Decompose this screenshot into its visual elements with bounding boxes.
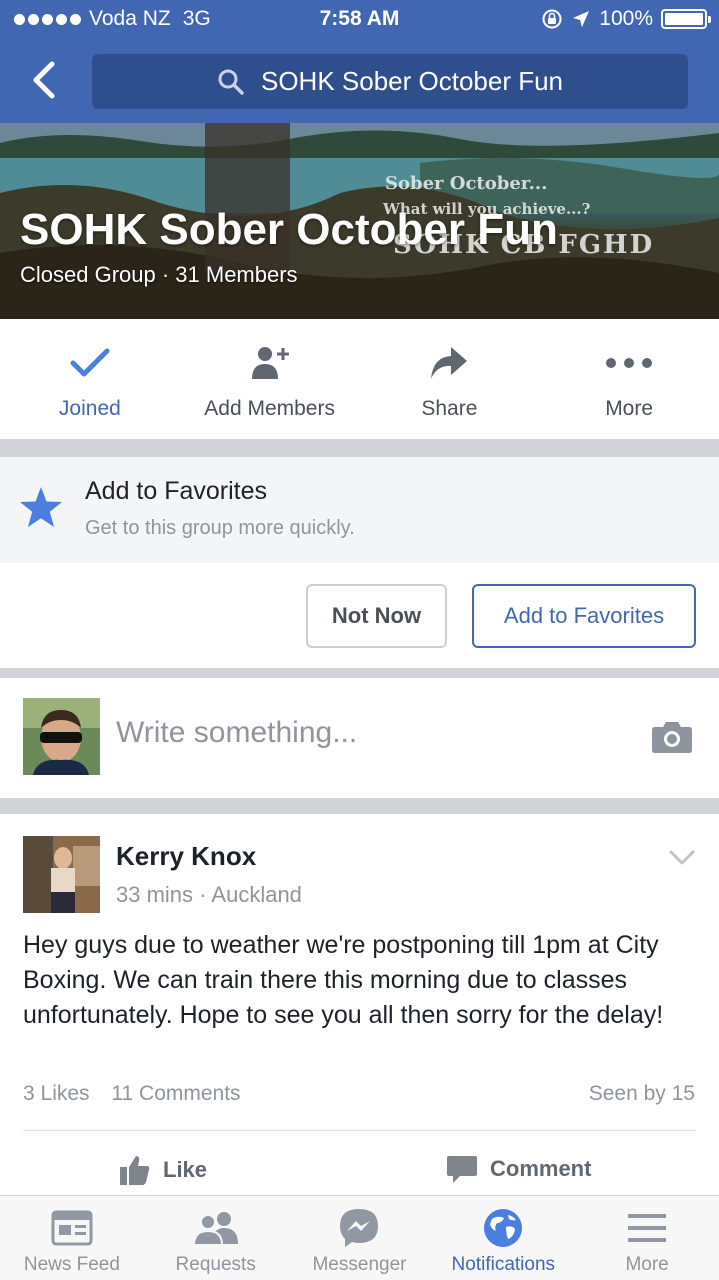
battery-percent: 100% [599, 7, 653, 30]
more-label: More [605, 397, 654, 420]
tab-news-feed[interactable]: News Feed [0, 1196, 144, 1280]
favorites-subtitle: Get to this group more quickly. [85, 517, 355, 539]
tab-messenger[interactable]: Messenger [288, 1196, 432, 1280]
post-location[interactable]: Auckland [211, 882, 302, 907]
post-body: Hey guys due to weather we're postponing… [23, 931, 664, 1029]
section-divider [0, 439, 719, 457]
comments-count[interactable]: 11 Comments [111, 1082, 240, 1105]
location-arrow-icon [573, 11, 590, 27]
rotation-lock-icon [542, 9, 562, 29]
group-actions: Joined Add Members Share More [0, 319, 719, 439]
tab-more[interactable]: More [575, 1196, 719, 1280]
camera-icon [652, 722, 692, 753]
tab-label: News Feed [23, 1254, 120, 1275]
battery-icon [661, 9, 711, 29]
chevron-left-icon [33, 61, 55, 99]
comment-bubble-icon [447, 1156, 477, 1183]
star-icon [20, 487, 62, 527]
search-text: SOHK Sober October Fun [260, 66, 564, 96]
more-button[interactable]: More [539, 319, 719, 439]
group-cover[interactable]: Sober October... What will you achieve..… [0, 123, 719, 319]
status-right: 100% [541, 7, 711, 31]
share-arrow-icon [431, 347, 468, 379]
not-now-button[interactable]: Not Now [306, 584, 447, 648]
post-time[interactable]: 33 mins [116, 882, 193, 907]
more-dots-icon [606, 358, 653, 368]
chevron-down-icon [669, 850, 695, 865]
messenger-icon [340, 1209, 379, 1247]
add-members-button[interactable]: Add Members [180, 319, 360, 439]
add-to-favorites-button[interactable]: Add to Favorites [472, 584, 696, 648]
joined-button[interactable]: Joined [0, 319, 180, 439]
section-divider [0, 668, 719, 678]
add-person-icon [251, 347, 289, 379]
search-icon [218, 69, 244, 95]
tab-label: Messenger [312, 1254, 407, 1275]
tab-requests[interactable]: Requests [144, 1196, 288, 1280]
thumbs-up-icon [120, 1156, 150, 1185]
photo-button[interactable] [651, 720, 693, 759]
comment-label: Comment [490, 1156, 592, 1181]
favorites-prompt: Add to Favorites Get to this group more … [0, 457, 719, 563]
section-divider [0, 798, 719, 814]
post-author[interactable]: Kerry Knox [116, 841, 256, 872]
favorites-buttons: Not Now Add to Favorites [0, 563, 719, 668]
check-icon [70, 348, 110, 377]
tab-label: Notifications [451, 1254, 556, 1275]
author-avatar[interactable] [23, 836, 100, 913]
back-button[interactable] [26, 60, 62, 100]
hamburger-menu-icon [628, 1214, 667, 1242]
like-button[interactable]: Like [119, 1154, 207, 1186]
group-info[interactable]: Closed Group · 31 Members [20, 262, 298, 288]
favorites-title: Add to Favorites [85, 477, 268, 505]
like-label: Like [163, 1157, 208, 1182]
friend-requests-icon [192, 1212, 238, 1246]
search-bar[interactable]: SOHK Sober October Fun [92, 54, 688, 109]
feed-post: Kerry Knox 33 mins · Auckland Hey guys d… [0, 814, 719, 1195]
tab-label: More [625, 1254, 669, 1275]
likes-count[interactable]: 3 Likes [23, 1082, 90, 1105]
news-feed-icon [51, 1210, 93, 1246]
share-label: Share [421, 397, 478, 420]
add-members-label: Add Members [204, 397, 335, 420]
write-something-input[interactable]: Write something... [116, 716, 357, 750]
top-bar: Voda NZ 3G 7:58 AM 100% SOHK Sober Octob… [0, 0, 719, 123]
group-title: SOHK Sober October Fun [20, 205, 558, 254]
user-avatar [23, 698, 100, 775]
bottom-tab-bar: News Feed Requests Messenger Notificatio… [0, 1195, 719, 1280]
tab-notifications[interactable]: Notifications [431, 1196, 575, 1280]
post-divider [23, 1130, 696, 1131]
share-button[interactable]: Share [360, 319, 540, 439]
post-meta: 33 mins · Auckland [116, 882, 302, 907]
post-composer: Write something... [0, 678, 719, 798]
post-options-button[interactable] [669, 850, 695, 871]
tab-label: Requests [175, 1254, 256, 1275]
joined-label: Joined [58, 397, 121, 420]
post-stats: 3 Likes 11 Comments Seen by 15 [23, 1082, 695, 1106]
cover-text-line1: Sober October... [385, 173, 548, 194]
globe-icon [484, 1209, 523, 1247]
seen-count[interactable]: Seen by 15 [589, 1082, 695, 1106]
status-bar: Voda NZ 3G 7:58 AM 100% [0, 0, 719, 40]
comment-button[interactable]: Comment [446, 1154, 591, 1184]
